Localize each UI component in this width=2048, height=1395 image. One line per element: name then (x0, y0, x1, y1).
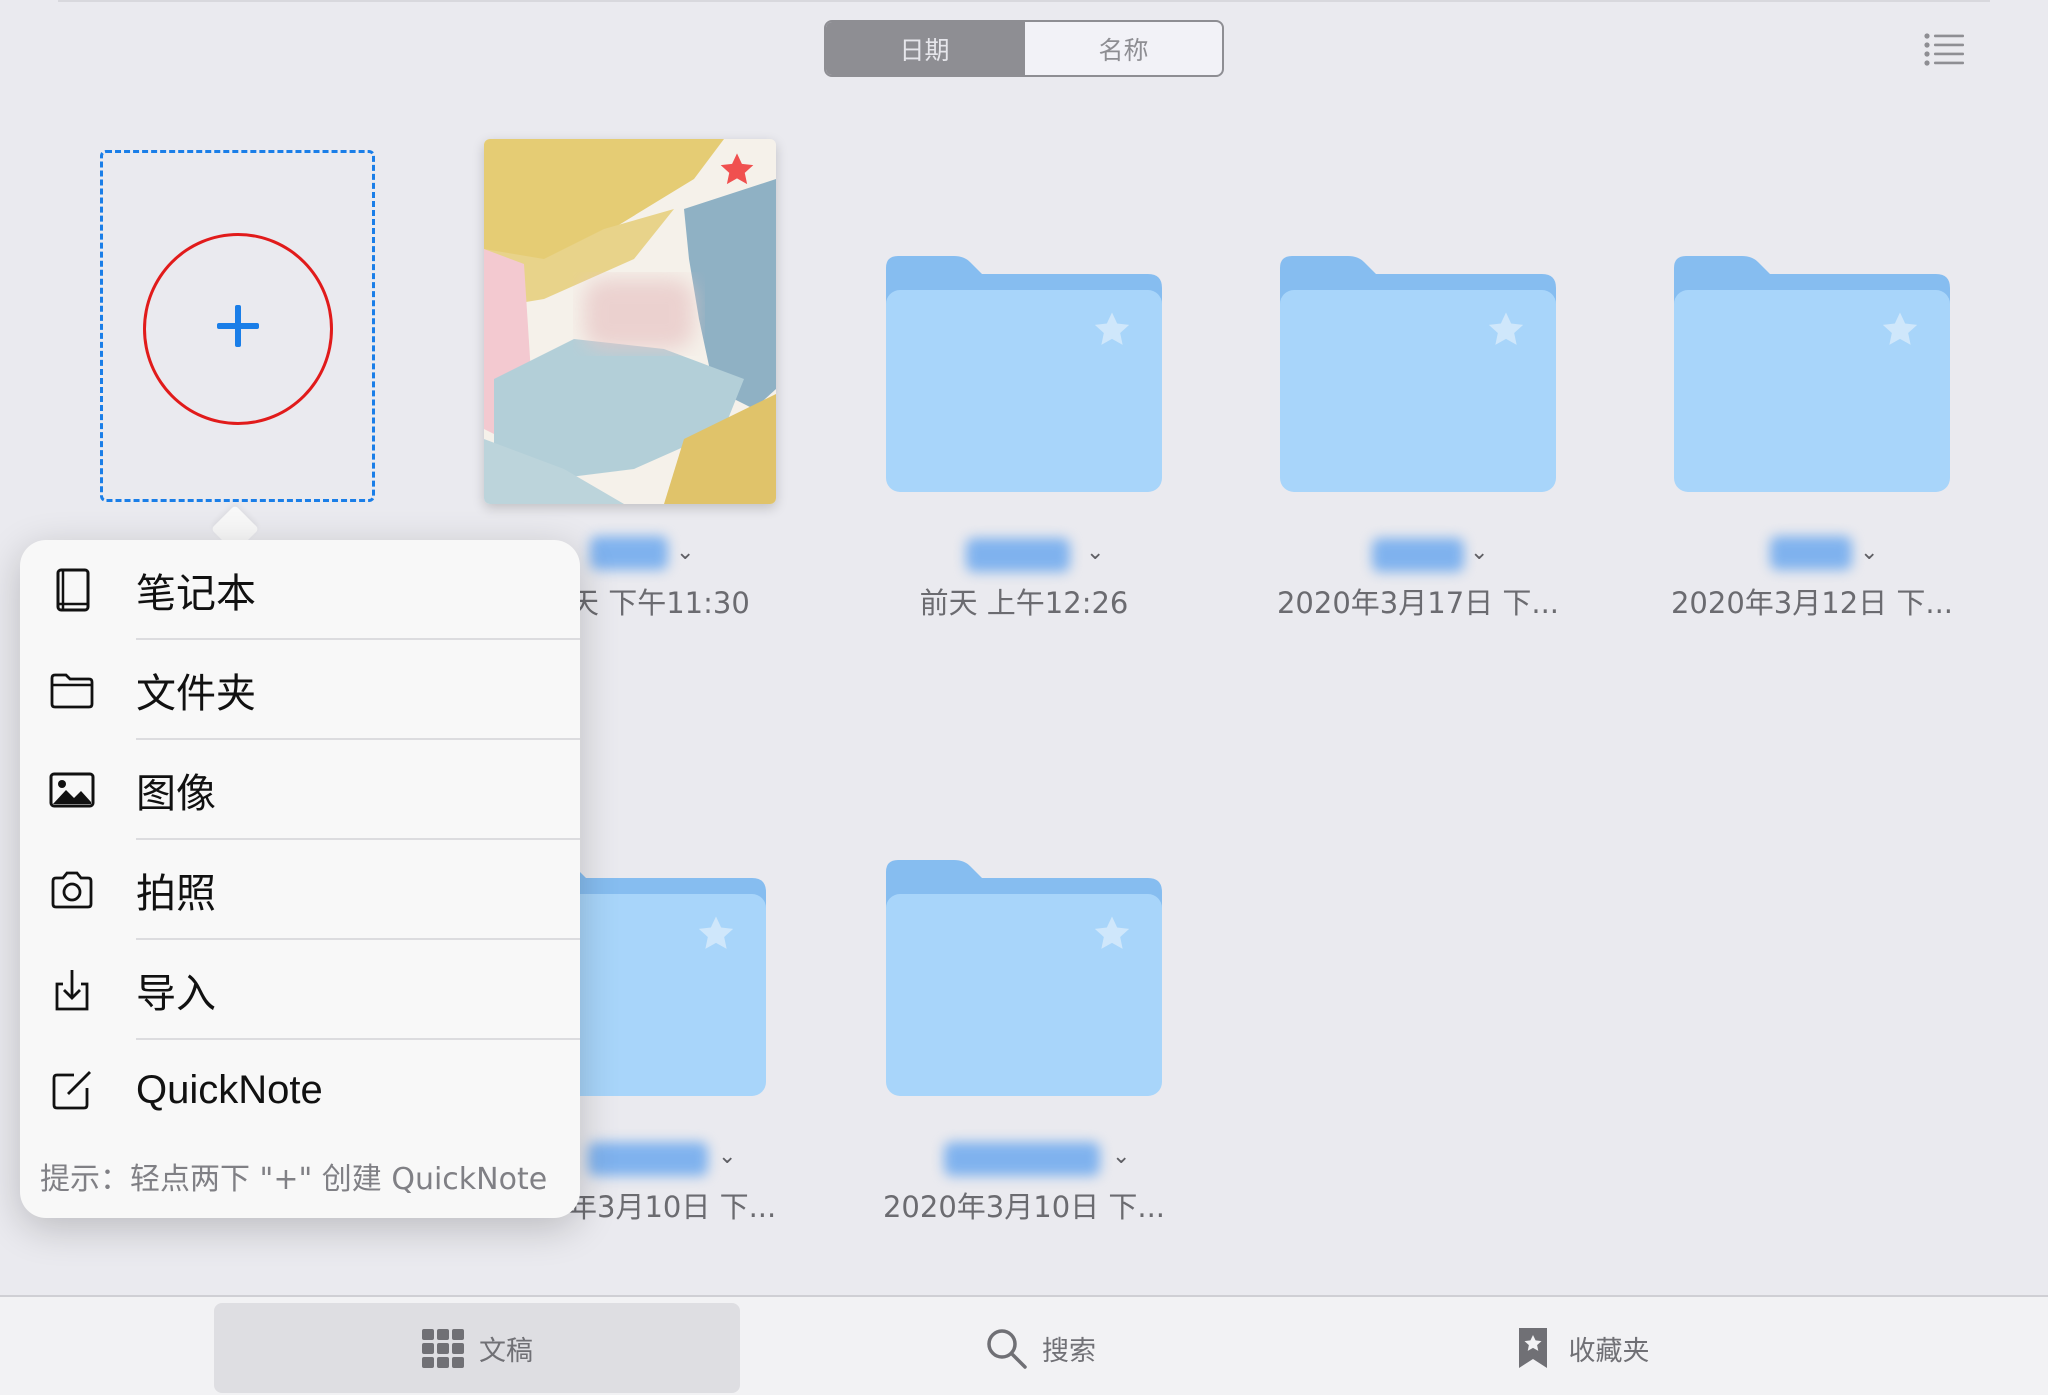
folder-item[interactable] (886, 858, 1162, 1096)
tab-documents[interactable]: 文稿 (214, 1303, 740, 1393)
folder-item[interactable] (1674, 254, 1950, 492)
menu-item-notebook[interactable]: 笔记本 (20, 540, 580, 640)
folder-item[interactable] (886, 254, 1162, 492)
quicknote-icon (52, 1071, 91, 1110)
list-view-icon[interactable] (1924, 32, 1964, 66)
favorite-star-icon[interactable] (718, 151, 756, 189)
tab-label: 文稿 (479, 1335, 533, 1367)
menu-item-label: 导入 (136, 971, 216, 1017)
folder-date: 2020年3月12日 下... (1670, 586, 1954, 620)
folder-icon (50, 673, 94, 709)
folder-date: 年3月10日 下... (568, 1190, 777, 1224)
chevron-down-icon[interactable]: ⌄ (1086, 540, 1104, 565)
menu-item-import[interactable]: 导入 (20, 940, 580, 1040)
folder-icon (886, 860, 1162, 1096)
menu-item-camera[interactable]: 拍照 (20, 840, 580, 940)
create-menu-popover: 笔记本 文件夹 图像 拍照 导入 QuickNote 提示：轻点两下 "+" 创… (20, 540, 580, 1218)
bookmark-star-icon (1518, 1328, 1547, 1368)
tab-label: 搜索 (1042, 1335, 1096, 1367)
folder-name (1372, 538, 1464, 572)
sort-by-date-tab[interactable]: 日期 (826, 22, 1023, 75)
folder-icon (1674, 256, 1950, 492)
quicknote-hint: 提示：轻点两下 "+" 创建 QuickNote (40, 1162, 548, 1197)
camera-icon (51, 871, 93, 909)
notebook-cover-art (484, 139, 776, 504)
grid-icon (422, 1329, 464, 1368)
chevron-down-icon[interactable]: ⌄ (676, 540, 694, 565)
sort-by-name-tab[interactable]: 名称 (1023, 22, 1222, 75)
folder-name (588, 1142, 708, 1176)
sort-segmented-control[interactable]: 日期 名称 (824, 20, 1224, 77)
import-icon (55, 970, 89, 1011)
menu-item-label: 笔记本 (136, 571, 256, 617)
chevron-down-icon[interactable]: ⌄ (718, 1144, 736, 1169)
folder-item[interactable] (1280, 254, 1556, 492)
documents-area: 日期 名称 ⌄ 天 下午11:30 ⌄ 前天 上午12:26 ⌄ 2020年3月… (0, 0, 2048, 1295)
search-icon (987, 1329, 1027, 1369)
menu-item-label: 图像 (136, 771, 216, 817)
folder-name (1770, 536, 1852, 570)
menu-item-quicknote[interactable]: QuickNote (20, 1040, 580, 1140)
menu-item-label: 拍照 (136, 871, 216, 917)
favorite-star-icon[interactable] (1880, 310, 1920, 350)
plus-icon[interactable] (215, 303, 261, 349)
folder-icon (1280, 256, 1556, 492)
chevron-down-icon[interactable]: ⌄ (1112, 1144, 1130, 1169)
menu-item-folder[interactable]: 文件夹 (20, 640, 580, 740)
folder-date: 前天 上午12:26 (919, 586, 1129, 620)
menu-item-label: 文件夹 (136, 671, 256, 717)
tab-label: 收藏夹 (1568, 1335, 1650, 1367)
tab-favorites[interactable]: 收藏夹 (1480, 1303, 1680, 1393)
menu-item-image[interactable]: 图像 (20, 740, 580, 840)
favorite-star-icon[interactable] (1092, 914, 1132, 954)
notebook-date: 天 下午11:30 (570, 586, 750, 620)
folder-name (944, 1142, 1100, 1176)
notebook-icon (56, 568, 90, 612)
tab-bar: 文稿 搜索 收藏夹 (0, 1295, 2048, 1395)
folder-date: 2020年3月10日 下... (882, 1190, 1166, 1224)
image-icon (49, 772, 95, 808)
notebook-name (590, 536, 668, 570)
folder-date: 2020年3月17日 下... (1276, 586, 1560, 620)
top-divider (58, 0, 1990, 2)
favorite-star-icon[interactable] (1092, 310, 1132, 350)
tab-search[interactable]: 搜索 (940, 1303, 1140, 1393)
folder-name (966, 538, 1070, 572)
notebook-cover[interactable] (484, 139, 776, 504)
favorite-star-icon[interactable] (1486, 310, 1526, 350)
folder-icon (886, 256, 1162, 492)
chevron-down-icon[interactable]: ⌄ (1470, 540, 1488, 565)
favorite-star-icon[interactable] (696, 914, 736, 954)
menu-item-label: QuickNote (136, 1067, 323, 1112)
chevron-down-icon[interactable]: ⌄ (1860, 540, 1878, 565)
new-document-tile[interactable] (100, 150, 375, 502)
